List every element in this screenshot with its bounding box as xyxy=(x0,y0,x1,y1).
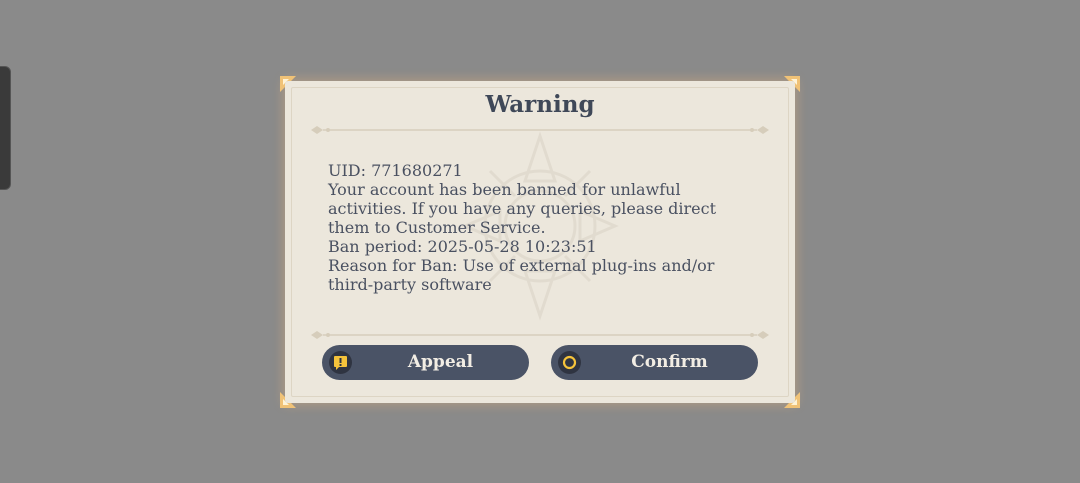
ban-message: UID: 771680271 Your account has been ban… xyxy=(328,161,728,294)
message-line: activities. If you have any queries, ple… xyxy=(328,199,717,218)
side-panel-handle[interactable] xyxy=(0,66,11,190)
button-divider xyxy=(309,326,771,339)
ban-period-line: Ban period: 2025-05-28 10:23:51 xyxy=(328,237,597,256)
corner-ornament-icon xyxy=(280,392,296,408)
message-line: them to Customer Service. xyxy=(328,218,546,237)
appeal-button[interactable]: Appeal xyxy=(322,345,529,380)
corner-ornament-icon xyxy=(280,76,296,92)
appeal-button-label: Appeal xyxy=(407,352,474,372)
ban-reason-line: Reason for Ban: Use of external plug-ins… xyxy=(328,256,715,275)
ban-reason-line: third-party software xyxy=(328,275,492,294)
message-line: Your account has been banned for unlawfu… xyxy=(328,180,681,199)
corner-ornament-icon xyxy=(784,76,800,92)
exclamation-icon xyxy=(329,351,352,374)
corner-ornament-icon xyxy=(784,392,800,408)
confirm-button-label: Confirm xyxy=(631,352,708,372)
dialog-title: Warning xyxy=(485,91,595,118)
confirm-button[interactable]: Confirm xyxy=(551,345,758,380)
circle-icon xyxy=(558,351,581,374)
title-divider xyxy=(309,121,771,134)
warning-dialog: Warning UID: 771680271 Your account has … xyxy=(280,76,800,408)
uid-line: UID: 771680271 xyxy=(328,161,463,180)
